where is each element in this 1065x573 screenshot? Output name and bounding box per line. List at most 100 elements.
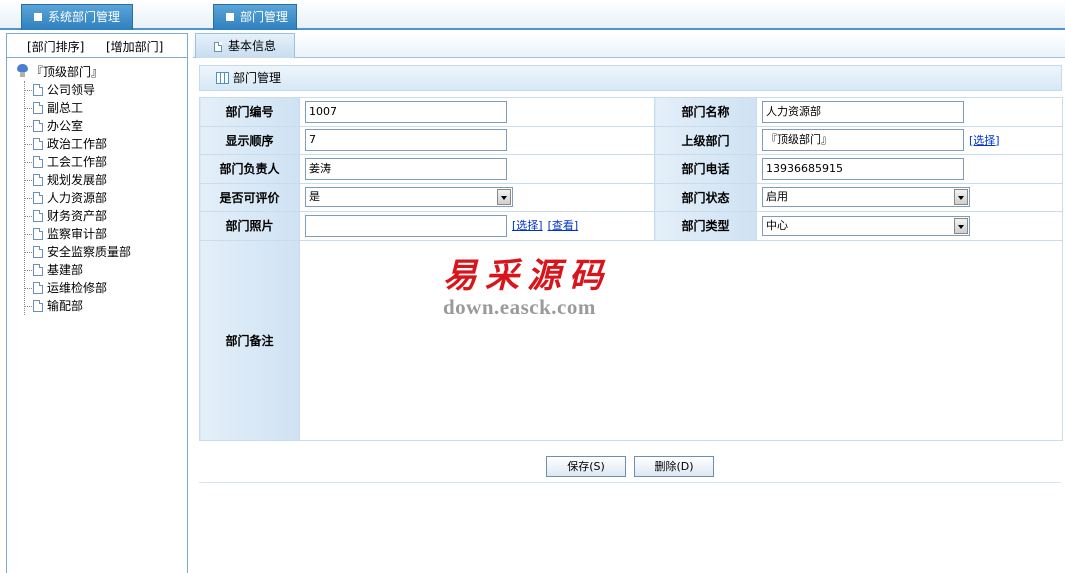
parent-dept-label: 上级部门 [654, 125, 757, 155]
tree-children: 公司领导 副总工 办公室 政治工作部 工会工作部 规划发展部 人力资源部 财务资… [24, 81, 187, 315]
computer-icon [17, 64, 28, 78]
dropdown-arrow-icon[interactable] [954, 189, 968, 206]
form-cell: 7 [299, 125, 655, 155]
square-icon [34, 13, 42, 21]
delete-button[interactable]: 删除(D) [634, 456, 714, 477]
dept-type-label: 部门类型 [654, 211, 757, 241]
tree-item[interactable]: 规划发展部 [25, 171, 187, 189]
dept-phone-label: 部门电话 [654, 154, 757, 184]
document-icon [33, 300, 43, 312]
sub-tab-bar: 基本信息 [193, 33, 1065, 58]
document-icon [33, 156, 43, 168]
left-panel: [部门排序] [增加部门] 『顶级部门』 公司领导 副总工 办公室 政治工作部 … [6, 33, 188, 573]
tree-item[interactable]: 财务资产部 [25, 207, 187, 225]
dept-phone-input[interactable]: 13936685915 [762, 157, 964, 180]
form-row: 部门备注 [199, 239, 1063, 441]
document-icon [33, 120, 43, 132]
form-cell: 中心 [756, 211, 1063, 241]
form-row: 显示顺序 7 上级部门 『顶级部门』 [选择] [199, 125, 1063, 155]
document-icon [33, 192, 43, 204]
document-icon [33, 246, 43, 258]
dept-name-label: 部门名称 [654, 97, 757, 127]
evaluable-label: 是否可评价 [199, 182, 300, 212]
dept-photo-label: 部门照片 [199, 211, 300, 241]
document-icon [33, 138, 43, 150]
tab-label: 基本信息 [228, 39, 277, 53]
parent-dept-input[interactable]: 『顶级部门』 [762, 129, 964, 152]
order-input[interactable]: 7 [305, 129, 507, 152]
form-cell: 启用 [756, 182, 1063, 212]
tree-item-label: 监察审计部 [47, 227, 108, 241]
save-button[interactable]: 保存(S) [546, 456, 626, 477]
tree-item[interactable]: 运维检修部 [25, 279, 187, 297]
tree-item[interactable]: 办公室 [25, 117, 187, 135]
form-cell: 『顶级部门』 [选择] [756, 125, 1063, 155]
tree-item[interactable]: 政治工作部 [25, 135, 187, 153]
document-icon [33, 264, 43, 276]
form-cell: 1007 [299, 97, 655, 127]
grid-icon [216, 72, 229, 84]
dept-code-input[interactable]: 1007 [305, 100, 507, 123]
section-header: 部门管理 [199, 65, 1062, 91]
tree-item[interactable]: 人力资源部 [25, 189, 187, 207]
form-cell: 姜涛 [299, 154, 655, 184]
tree-item-label: 规划发展部 [47, 173, 108, 187]
tree-item-label: 公司领导 [47, 83, 96, 97]
tree-item[interactable]: 工会工作部 [25, 153, 187, 171]
photo-select-link[interactable]: [选择] [512, 219, 543, 232]
department-form: 部门编号 1007 部门名称 人力资源部 显示顺序 7 上级部门 『顶级部门』 [… [199, 97, 1063, 441]
photo-view-link[interactable]: [查看] [548, 219, 579, 232]
add-department-link[interactable]: [增加部门] [106, 38, 163, 55]
left-panel-header: [部门排序] [增加部门] [7, 34, 187, 58]
section-title: 部门管理 [233, 71, 282, 85]
dept-status-label: 部门状态 [654, 182, 757, 212]
tree-item[interactable]: 公司领导 [25, 81, 187, 99]
tab-label: 系统部门管理 [48, 10, 121, 24]
tab-basic-info[interactable]: 基本信息 [195, 33, 295, 58]
tree-item[interactable]: 安全监察质量部 [25, 243, 187, 261]
tree-item-label: 办公室 [47, 119, 84, 133]
tree-item-label: 人力资源部 [47, 191, 108, 205]
tab-system-dept-management[interactable]: 系统部门管理 [21, 4, 133, 30]
tree-item[interactable]: 监察审计部 [25, 225, 187, 243]
tab-label: 部门管理 [240, 10, 289, 24]
form-row: 部门编号 1007 部门名称 人力资源部 [199, 97, 1063, 127]
dept-name-input[interactable]: 人力资源部 [762, 100, 964, 123]
tree-root-label: 『顶级部门』 [31, 65, 104, 79]
tree-item[interactable]: 输配部 [25, 297, 187, 315]
tree-item-label: 政治工作部 [47, 137, 108, 151]
form-cell: 是 [299, 182, 655, 212]
document-icon [33, 282, 43, 294]
form-cell: 13936685915 [756, 154, 1063, 184]
tab-dept-management[interactable]: 部门管理 [213, 4, 297, 30]
parent-select-link[interactable]: [选择] [969, 134, 1000, 147]
tree-item-label: 副总工 [47, 101, 84, 115]
tree-item[interactable]: 副总工 [25, 99, 187, 117]
document-icon [33, 228, 43, 240]
dept-photo-input[interactable] [305, 214, 507, 237]
select-value: 中心 [766, 218, 788, 232]
dropdown-arrow-icon[interactable] [954, 217, 968, 234]
department-tree: 『顶级部门』 公司领导 副总工 办公室 政治工作部 工会工作部 规划发展部 人力… [7, 58, 187, 315]
select-value: 启用 [766, 190, 788, 204]
document-icon [33, 210, 43, 222]
evaluable-select[interactable]: 是 [305, 187, 513, 208]
dept-status-select[interactable]: 启用 [762, 187, 970, 208]
tree-item-label: 基建部 [47, 263, 84, 277]
dept-type-select[interactable]: 中心 [762, 215, 970, 236]
tree-item-label: 输配部 [47, 299, 84, 313]
dept-remark-textarea[interactable] [299, 239, 1063, 441]
form-row: 部门照片 [选择] [查看] 部门类型 中心 [199, 211, 1063, 241]
form-row: 部门负责人 姜涛 部门电话 13936685915 [199, 154, 1063, 184]
top-tab-bar: 系统部门管理 部门管理 [0, 0, 1065, 30]
dropdown-arrow-icon[interactable] [497, 189, 511, 206]
tree-root[interactable]: 『顶级部门』 [17, 64, 187, 81]
tree-item[interactable]: 基建部 [25, 261, 187, 279]
order-label: 显示顺序 [199, 125, 300, 155]
form-cell: [选择] [查看] [299, 211, 655, 241]
dept-code-label: 部门编号 [199, 97, 300, 127]
dept-head-input[interactable]: 姜涛 [305, 157, 507, 180]
sort-departments-link[interactable]: [部门排序] [27, 38, 84, 55]
select-value: 是 [309, 190, 320, 204]
square-icon [226, 13, 234, 21]
